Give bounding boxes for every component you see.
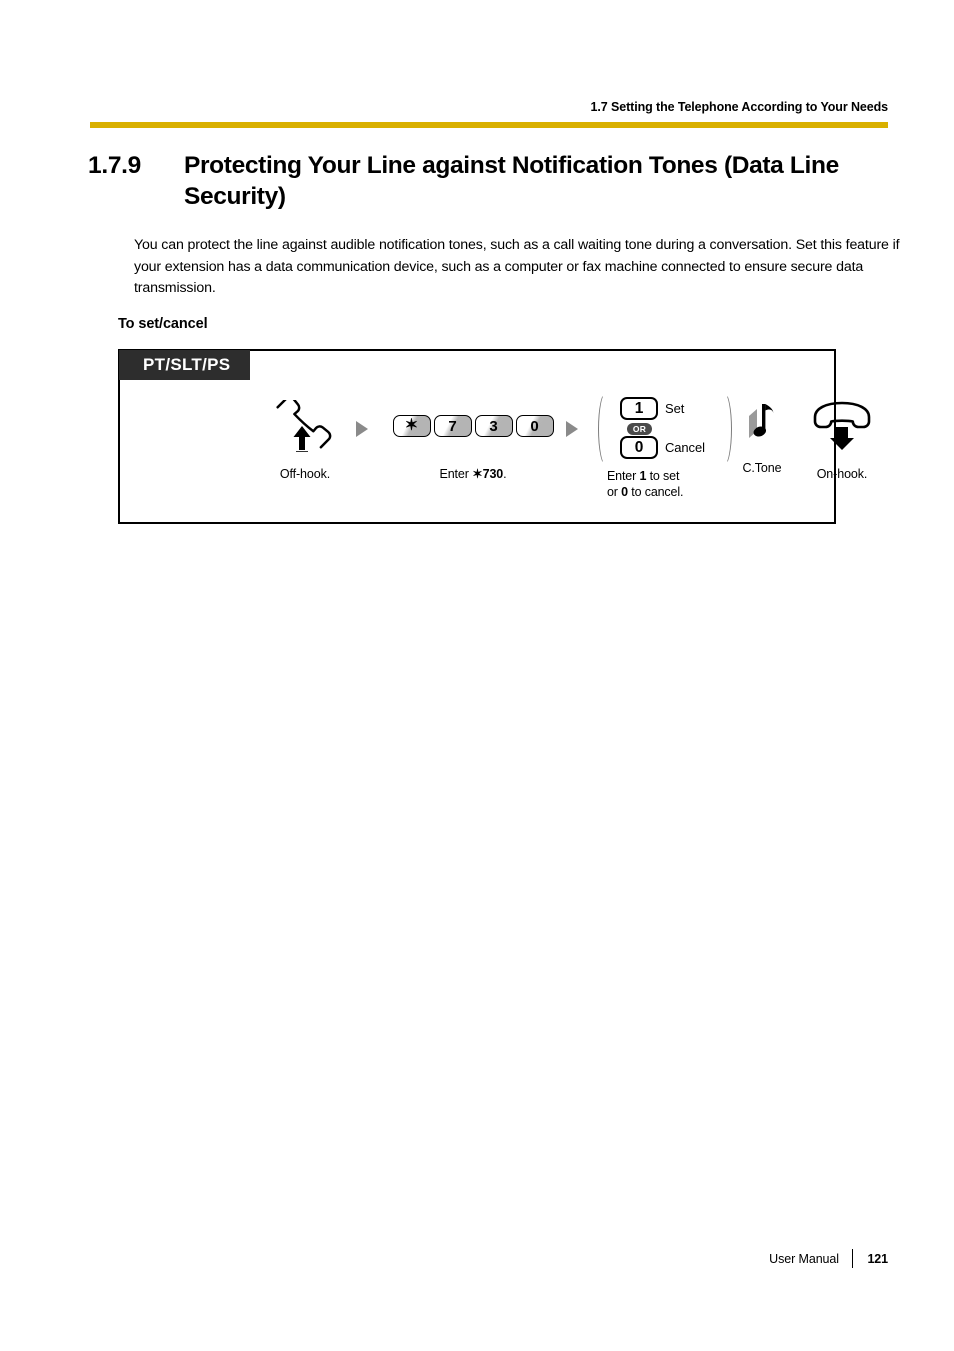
page-header-section-ref: 1.7 Setting the Telephone According to Y… — [590, 100, 889, 114]
key-3[interactable]: 3 — [474, 415, 513, 437]
step-dial-caption-suffix: . — [503, 467, 507, 481]
step-on-hook: On-hook. — [798, 397, 886, 482]
caption-line2-prefix: or — [607, 484, 622, 499]
keypad-sequence: ✶ 7 3 0 — [390, 397, 556, 455]
step-set-or-cancel: 1 Set OR 0 Cancel Enter 1 to set or 0 to… — [598, 392, 732, 500]
page-footer: User Manual 121 — [0, 1249, 888, 1268]
footer-page-number: 121 — [867, 1251, 888, 1266]
flow-arrow-2-icon — [566, 421, 578, 437]
procedure-step-row: Off-hook. ✶ 7 3 0 Enter ✶730. 1 Set OR 0… — [120, 392, 871, 525]
subheading-to-set-cancel: To set/cancel — [118, 316, 208, 332]
step-confirmation-tone-caption: C.Tone — [742, 461, 782, 475]
caption-line2-suffix: to cancel. — [627, 484, 684, 499]
key-cancel-0[interactable]: 0 — [620, 436, 658, 459]
music-note-icon — [718, 397, 806, 449]
step-dial-caption-prefix: Enter — [439, 467, 473, 481]
step-set-cancel-caption: Enter 1 to set or 0 to cancel. — [607, 469, 727, 500]
step-dial-code: ✶ 7 3 0 Enter ✶730. — [390, 397, 556, 482]
set-option: 1 Set — [620, 397, 684, 420]
key-7[interactable]: 7 — [433, 415, 472, 437]
phone-type-tab: PT/SLT/PS — [119, 350, 251, 380]
key-asterisk[interactable]: ✶ — [392, 415, 431, 437]
cancel-option: 0 Cancel — [620, 436, 705, 459]
header-gold-rule — [90, 122, 888, 128]
caption-line1-prefix: Enter — [607, 469, 640, 483]
step-dial-caption-code: ✶730 — [472, 467, 504, 481]
flow-arrow-1-icon — [356, 421, 368, 437]
handset-onhook-icon — [798, 397, 886, 455]
step-dial-caption: Enter ✶730. — [390, 467, 556, 482]
page-title-number: 1.7.9 — [88, 152, 141, 179]
step-off-hook-caption: Off-hook. — [279, 467, 331, 481]
key-set-1[interactable]: 1 — [620, 397, 658, 420]
caption-line2-digit: 0 — [621, 484, 628, 499]
footer-manual-label: User Manual — [769, 1251, 839, 1266]
step-confirmation-tone: C.Tone — [718, 397, 806, 476]
set-cancel-group: 1 Set OR 0 Cancel — [598, 392, 732, 466]
key-0[interactable]: 0 — [515, 415, 554, 437]
page-title-text: Protecting Your Line against Notificatio… — [184, 152, 839, 210]
cancel-label: Cancel — [665, 440, 705, 455]
step-off-hook: Off-hook. — [260, 397, 350, 482]
caption-line1-suffix: to set — [646, 469, 680, 483]
set-label: Set — [665, 401, 685, 416]
group-bracket-left-icon — [598, 392, 614, 466]
page-title: 1.7.9 Protecting Your Line against Notif… — [88, 150, 888, 212]
handset-offhook-icon — [260, 397, 350, 455]
or-badge: OR — [627, 423, 652, 435]
footer-divider — [851, 1249, 854, 1268]
step-on-hook-caption: On-hook. — [816, 467, 868, 481]
procedure-flow-box: PT/SLT/PS Off-hook. ✶ 7 3 0 Enter ✶730. … — [118, 349, 871, 525]
body-paragraph: You can protect the line against audible… — [134, 237, 900, 296]
